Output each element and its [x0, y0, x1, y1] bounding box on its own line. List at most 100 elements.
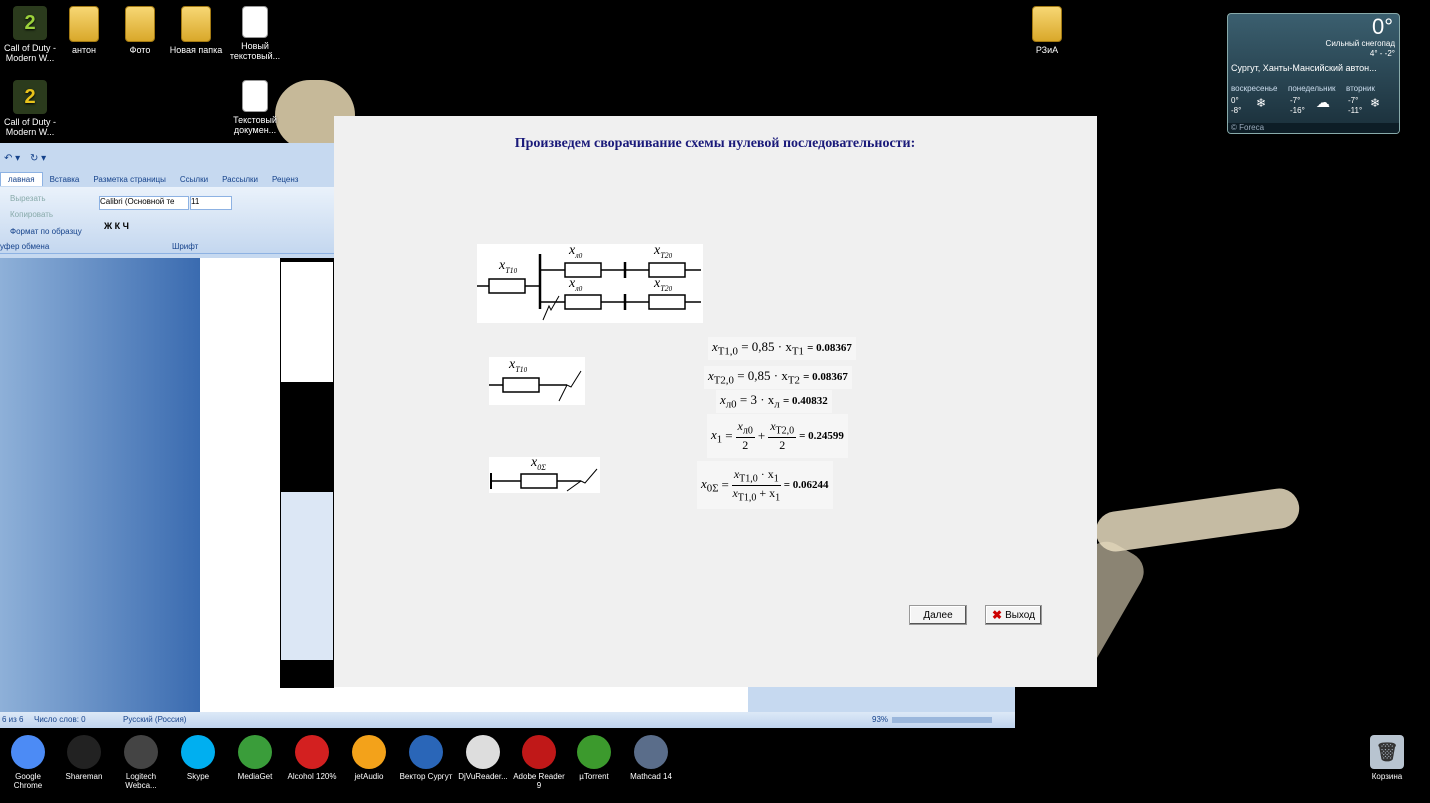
snow-icon: ❄: [1256, 96, 1267, 110]
app-icon: [466, 735, 500, 769]
formula-xl0-result: = 0.40832: [782, 395, 828, 407]
app-icon: [124, 735, 158, 769]
weather-day-2-hi: -7°: [1290, 96, 1301, 105]
taskbar-shortcut-label: Adobe Reader 9: [513, 772, 565, 790]
taskbar-shortcut[interactable]: µTorrent: [567, 735, 621, 781]
label-xl-lower: xл0: [569, 276, 583, 293]
taskbar-shortcut[interactable]: Mathcad 14: [624, 735, 678, 781]
ribbon-body: Вырезать Копировать Формат по образцу уф…: [0, 187, 334, 254]
taskbar-shortcut[interactable]: Вектор Сургут: [399, 735, 453, 781]
taskbar-shortcut[interactable]: Shareman: [57, 735, 111, 781]
text-document-icon: [242, 80, 268, 112]
taskbar-shortcut[interactable]: jetAudio: [342, 735, 396, 781]
folder-icon: [181, 6, 211, 42]
label-xl-upper: xл0: [569, 243, 583, 260]
app-icon: [634, 735, 668, 769]
label-xt1-reduced: xT10: [509, 357, 528, 374]
formula-xt2-0-result: = 0.08367: [803, 371, 848, 383]
thumbnail-page[interactable]: [281, 492, 333, 660]
text-document-icon: [242, 6, 268, 38]
weather-condition: Сильный снегопад: [1325, 39, 1395, 48]
app-icon: [295, 735, 329, 769]
exit-button-label: Выход: [1005, 609, 1035, 621]
exit-button[interactable]: ✖ Выход: [985, 605, 1042, 625]
app-icon: [522, 735, 556, 769]
tab-review[interactable]: Реценз: [265, 173, 305, 186]
taskbar-shortcut-label: Skype: [186, 772, 210, 781]
tab-insert[interactable]: Вставка: [43, 173, 87, 186]
label-xt2-upper: xT20: [654, 243, 673, 260]
taskbar-shortcut-label: Shareman: [65, 772, 103, 781]
taskbar-shortcut[interactable]: Logitech Webca...: [114, 735, 168, 790]
word-statusbar: 6 из 6 Число слов: 0 Русский (Россия) 93…: [0, 712, 1015, 728]
status-zoom: 93%: [872, 715, 889, 724]
app-icon: [577, 735, 611, 769]
taskbar-shortcut[interactable]: Google Chrome: [1, 735, 55, 790]
status-words: Число слов: 0: [34, 715, 86, 724]
redo-icon[interactable]: ↻ ▾: [30, 153, 46, 164]
weather-brand: © Foreca: [1228, 123, 1399, 133]
taskbar-shortcut-label: µTorrent: [579, 772, 609, 781]
taskbar-shortcut-label: DjVuReader...: [458, 772, 508, 781]
weather-day-3-hi: -7°: [1348, 96, 1359, 105]
desktop-icon-folder-anton[interactable]: антон: [52, 6, 116, 55]
thumbnail-page[interactable]: [281, 262, 333, 382]
desktop-icon-text-doc[interactable]: Текстовый докумен...: [223, 80, 287, 135]
label-x0s: x0Σ: [531, 455, 546, 472]
weather-location: Сургут, Ханты-Мансийский автон...: [1231, 63, 1377, 73]
formula-xl0: xл0 = 3 · xл = 0.40832: [716, 390, 832, 413]
formula-xt1-0-result: = 0.08367: [807, 342, 852, 354]
font-name-select[interactable]: Calibri (Основной те: [99, 196, 189, 210]
game-icon: 2: [13, 80, 47, 114]
taskbar-shortcut-label: Alcohol 120%: [287, 772, 337, 781]
cut-button[interactable]: Вырезать: [10, 194, 46, 203]
tab-mailings[interactable]: Рассылки: [215, 173, 265, 186]
desktop-icon-folder-rzia[interactable]: РЗиА: [1015, 6, 1079, 55]
reduced-scheme-1: xT10: [489, 357, 585, 405]
ribbon-tabs: лавная Вставка Разметка страницы Ссылки Расс…: [0, 172, 334, 186]
weather-gadget[interactable]: 0° Сильный снегопад 4° - -2° Сургут, Хан…: [1227, 13, 1400, 134]
weather-temp: 0°: [1371, 14, 1393, 39]
clipboard-group-label: уфер обмена: [0, 242, 50, 251]
dialog-title: Произведем сворачивание схемы нулевой по…: [514, 136, 916, 151]
desktop-icon-folder-foto[interactable]: Фото: [108, 6, 172, 55]
taskbar-shortcut[interactable]: Alcohol 120%: [285, 735, 339, 781]
undo-icon[interactable]: ↶ ▾: [4, 153, 20, 164]
desktop-icon-cod-2[interactable]: 2 Call of Duty - Modern W...: [0, 80, 62, 137]
copy-button[interactable]: Копировать: [10, 210, 53, 219]
label-xt2-lower: xT20: [654, 276, 673, 293]
taskbar-shortcut[interactable]: Adobe Reader 9: [512, 735, 566, 790]
desktop-icon-text-new[interactable]: Новый текстовый...: [223, 6, 287, 61]
font-format-buttons[interactable]: Ж К Ч: [104, 221, 129, 231]
formula-x1-result: = 0.24599: [799, 430, 844, 442]
folder-icon: [69, 6, 99, 42]
zoom-slider[interactable]: [892, 717, 992, 723]
quick-access-toolbar: ↶ ▾ ↻ ▾: [0, 150, 334, 168]
taskbar-shortcut[interactable]: DjVuReader...: [456, 735, 510, 781]
weather-range: 4° - -2°: [1369, 49, 1395, 58]
weather-day-1-lo: -8°: [1231, 106, 1242, 115]
label-xt1: xT10: [499, 258, 518, 275]
game-icon: 2: [13, 6, 47, 40]
app-icon: [352, 735, 386, 769]
tab-references[interactable]: Ссылки: [173, 173, 215, 186]
taskbar-shortcut[interactable]: MediaGet: [228, 735, 282, 781]
weather-day-1: воскресенье: [1231, 84, 1278, 93]
next-button[interactable]: Далее: [909, 605, 967, 625]
taskbar-shortcut[interactable]: Skype: [171, 735, 225, 781]
status-page: 6 из 6: [2, 715, 24, 724]
tab-page-layout[interactable]: Разметка страницы: [86, 173, 173, 186]
formula-xt2-0: xT2,0 = 0,85 · xT2 = 0.08367: [704, 366, 852, 389]
recycle-bin-label: Корзина: [1371, 772, 1403, 781]
font-size-select[interactable]: 11: [190, 196, 232, 210]
format-painter-button[interactable]: Формат по образцу: [10, 227, 82, 236]
next-button-label: Далее: [923, 609, 953, 621]
recycle-bin[interactable]: 🗑 Корзина: [1360, 735, 1414, 781]
desktop-icon-folder-new[interactable]: Новая папка: [164, 6, 228, 55]
formula-x0sum-result: = 0.06244: [783, 479, 829, 491]
skeleton-head: [1093, 485, 1302, 555]
taskbar-shortcut-label: jetAudio: [354, 772, 384, 781]
tab-home[interactable]: лавная: [0, 172, 43, 186]
weather-day-1-hi: 0°: [1231, 96, 1239, 105]
folder-icon: [1032, 6, 1062, 42]
